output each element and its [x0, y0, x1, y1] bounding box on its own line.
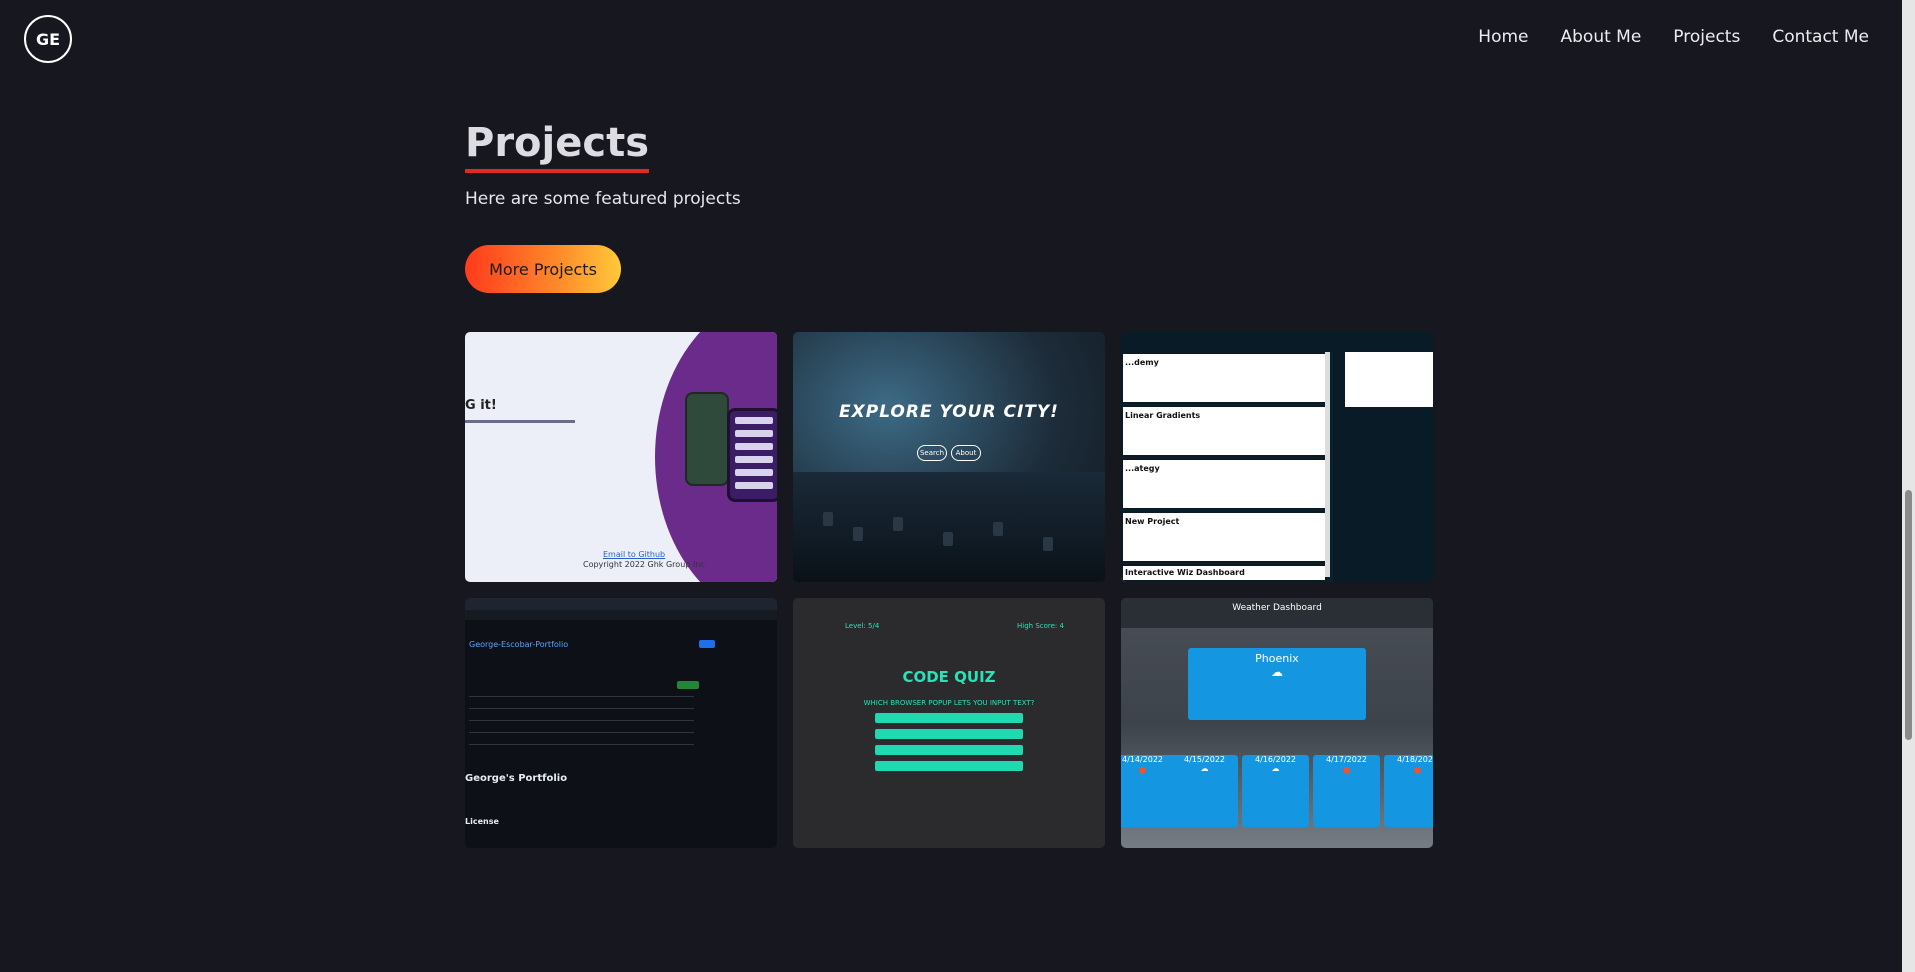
file-row	[469, 708, 694, 709]
nav-home[interactable]: Home	[1478, 27, 1528, 47]
text-line	[465, 420, 575, 423]
mixer-knob	[993, 522, 1003, 536]
forecast-card: 4/14/2022	[1121, 755, 1176, 827]
logo[interactable]: GE	[24, 15, 72, 63]
list-item: Interactive Wiz Dashboard	[1121, 564, 1327, 582]
forecast-card: 4/17/2022	[1313, 755, 1380, 827]
section-subtitle: Here are some featured projects	[465, 189, 741, 209]
scrollbar-track[interactable]	[1902, 0, 1915, 972]
phone-image	[685, 392, 729, 486]
browser-address-bar	[465, 610, 777, 620]
mixer-knob	[853, 527, 863, 541]
quiz-title: CODE QUIZ	[902, 668, 996, 686]
browser-tab-bar	[465, 598, 777, 610]
cloud-icon: ☁	[1271, 665, 1283, 679]
code-button	[699, 640, 715, 648]
answer-button	[875, 761, 1023, 771]
file-row	[469, 744, 694, 745]
project-card-code-quiz[interactable]: Level: 5/4 High Score: 4 CODE QUIZ WHICH…	[793, 598, 1105, 848]
mixer-knob	[943, 532, 953, 546]
dj-mixer-image	[793, 472, 1105, 582]
quiz-question: WHICH BROWSER POPUP LETS YOU INPUT TEXT?	[863, 699, 1035, 707]
forecast-card: 4/18/2022	[1384, 755, 1433, 827]
weather-header-title: Weather Dashboard	[1232, 603, 1322, 613]
list-item: Linear Gradients	[1121, 405, 1327, 457]
answer-button	[875, 745, 1023, 755]
project-card-portfolio-list[interactable]: ...demy Linear Gradients ...ategy New Pr…	[1121, 332, 1433, 582]
list-item: New Project	[1121, 511, 1327, 563]
project-card-github-repo[interactable]: George-Escobar-Portfolio George's Portfo…	[465, 598, 777, 848]
list-item: ...ategy	[1121, 458, 1327, 510]
scrollbar	[1325, 352, 1330, 577]
about-button: About	[951, 445, 981, 461]
forecast-card: 4/15/2022 ☁	[1171, 755, 1238, 827]
scrollbar-thumb[interactable]	[1905, 490, 1912, 740]
nav-about-me[interactable]: About Me	[1561, 27, 1642, 47]
action-button	[677, 681, 699, 689]
mixer-knob	[893, 517, 903, 531]
level-label: Level: 5/4	[845, 622, 880, 630]
high-score-label: High Score: 4	[1017, 622, 1064, 630]
search-button: Search	[917, 445, 947, 461]
more-projects-button[interactable]: More Projects	[465, 245, 621, 293]
projects-grid: G it! Email to Github Copyright 2022 Ghk…	[465, 332, 1433, 848]
nav-contact-me[interactable]: Contact Me	[1772, 27, 1869, 47]
file-row	[469, 732, 694, 733]
copyright-text: Copyright 2022 Ghk Group Inc.	[583, 560, 708, 569]
main-nav: Home About Me Projects Contact Me	[1478, 27, 1869, 47]
forecast-card: 4/16/2022 ☁	[1242, 755, 1309, 827]
answer-button	[875, 713, 1023, 723]
repo-name: George-Escobar-Portfolio	[469, 640, 569, 649]
file-row	[469, 696, 694, 697]
project-card-landing-page[interactable]: G it! Email to Github Copyright 2022 Ghk…	[465, 332, 777, 582]
list-item: ...demy	[1121, 352, 1327, 404]
project-heading: G it!	[465, 398, 497, 413]
license-heading: License	[465, 817, 499, 826]
email-link: Email to Github	[603, 550, 666, 559]
phone-screen-image	[727, 408, 777, 502]
mixer-knob	[823, 512, 833, 526]
mixer-knob	[1043, 537, 1053, 551]
city-name: Phoenix	[1255, 652, 1299, 665]
form-panel	[1345, 352, 1433, 407]
page-title: Projects	[465, 120, 650, 173]
file-row	[469, 720, 694, 721]
project-card-explore-city[interactable]: EXPLORE YOUR CITY! Search About	[793, 332, 1105, 582]
project-heading: EXPLORE YOUR CITY!	[839, 402, 1059, 422]
project-list-panel: ...demy Linear Gradients ...ategy New Pr…	[1121, 352, 1333, 582]
answer-button	[875, 729, 1023, 739]
current-weather-card: Phoenix ☁	[1188, 648, 1366, 720]
project-card-weather-dashboard[interactable]: Weather Dashboard Phoenix ☁ 4/14/2022 4/…	[1121, 598, 1433, 848]
nav-projects[interactable]: Projects	[1673, 27, 1740, 47]
readme-title: George's Portfolio	[465, 773, 568, 784]
